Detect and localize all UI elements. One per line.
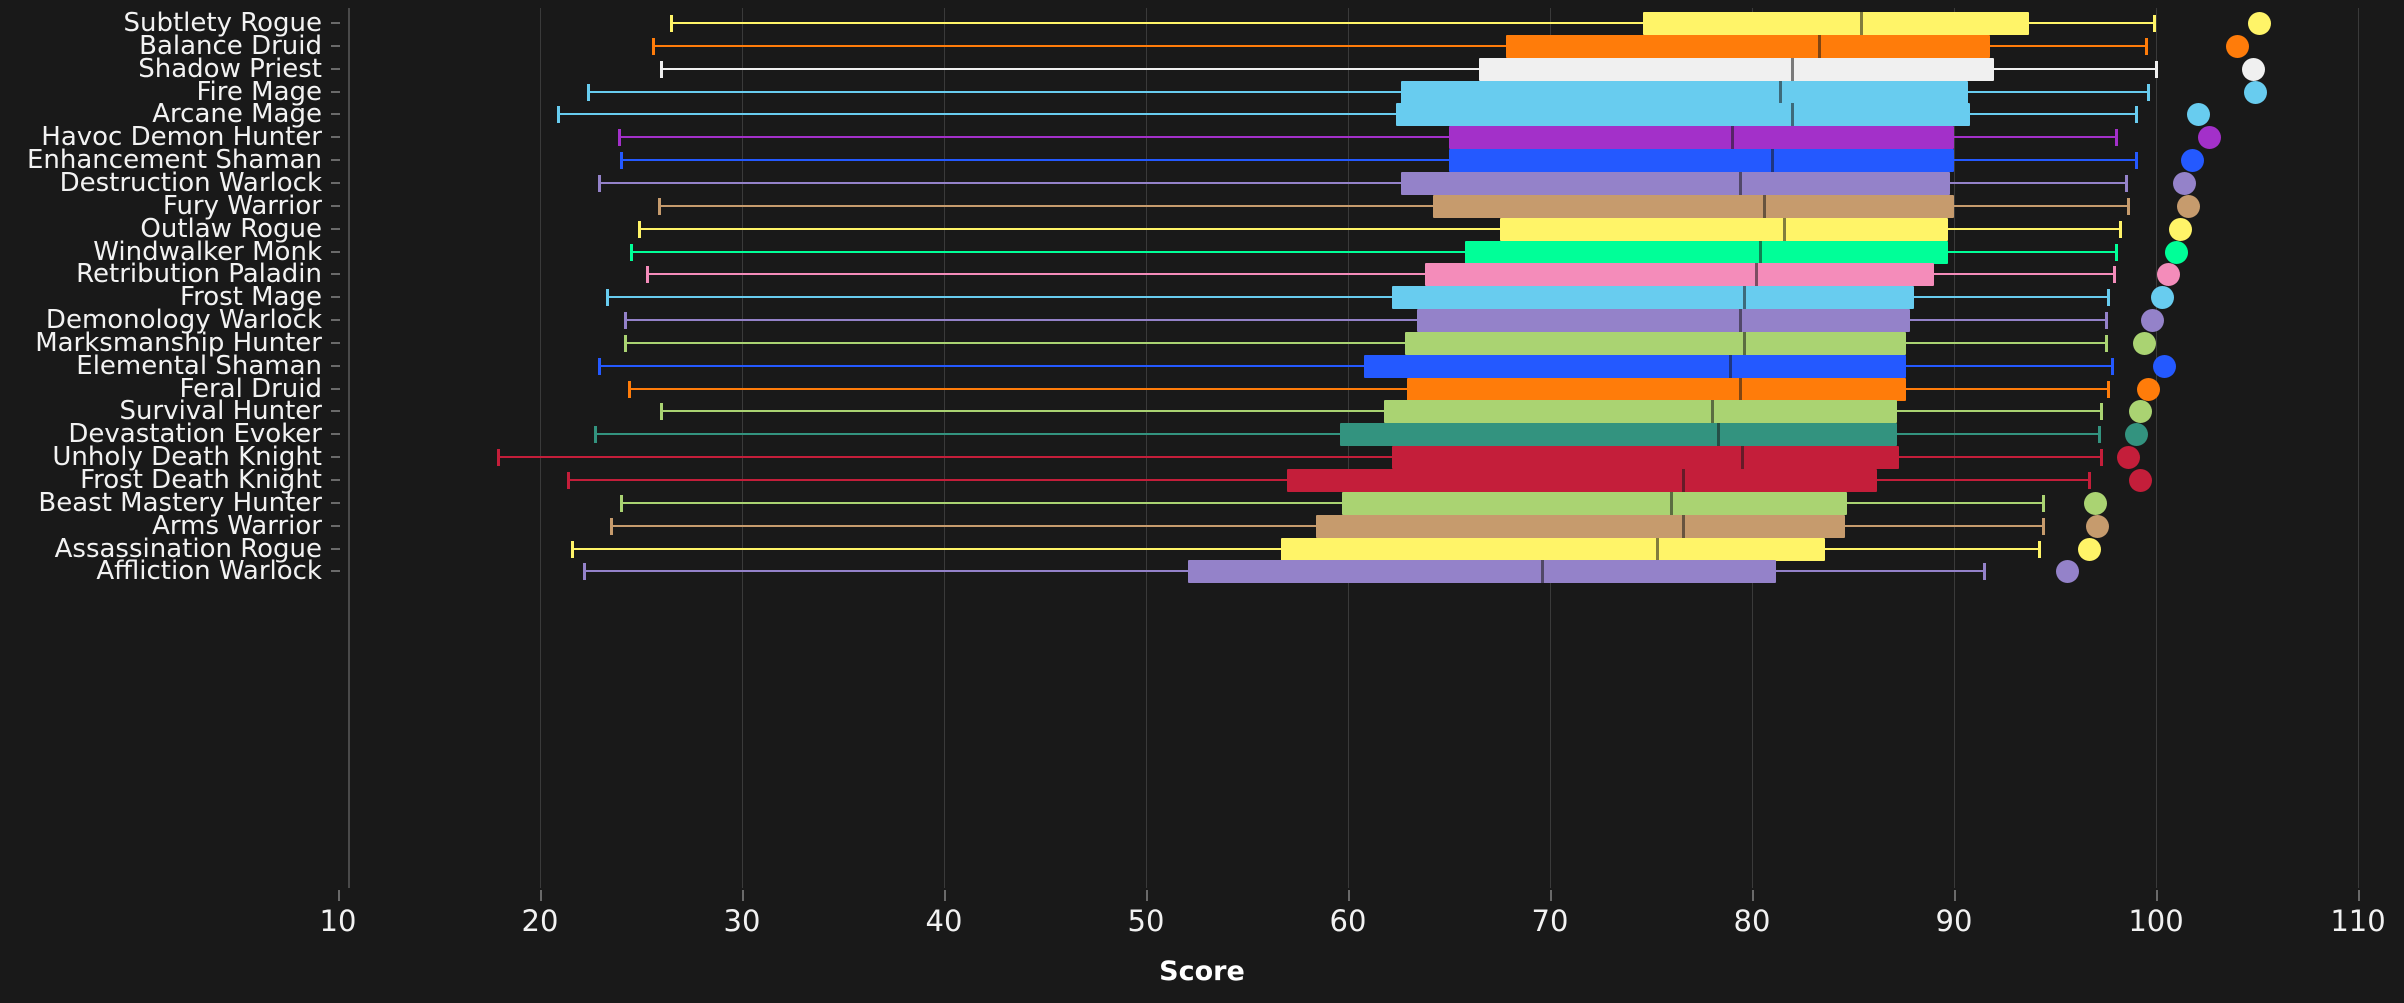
x-axis-tick (2156, 890, 2158, 901)
x-axis-tick (1550, 890, 1552, 901)
x-axis-tick (1348, 890, 1350, 901)
whisker-cap-low (583, 563, 587, 581)
median-line (1540, 560, 1544, 584)
x-axis-tick-label: 80 (1733, 904, 1771, 938)
x-axis-tick (1954, 890, 1956, 901)
x-axis-tick-label: 40 (925, 904, 963, 938)
box-plot-row[interactable] (0, 553, 2404, 590)
x-axis-tick-label: 50 (1127, 904, 1165, 938)
x-axis-tick-label: 100 (2128, 904, 2184, 938)
x-axis-tick (2358, 890, 2360, 901)
x-axis-tick (540, 890, 542, 901)
x-axis-tick-label: 20 (521, 904, 559, 938)
x-axis-tick-label: 90 (1935, 904, 1973, 938)
x-axis-title: Score (1159, 956, 1245, 987)
whisker-cap-high (1983, 563, 1987, 581)
box-iqr[interactable] (1188, 560, 1777, 584)
boxplot-chart: Subtlety Rogue Balance Druid Shadow Priest… (0, 0, 2404, 1003)
x-axis-tick (1752, 890, 1754, 901)
x-axis-tick-label: 70 (1531, 904, 1569, 938)
x-axis-tick (338, 890, 340, 901)
x-axis-tick-label: 30 (723, 904, 761, 938)
x-axis-tick-label: 10 (319, 904, 357, 938)
x-axis-tick-label: 60 (1329, 904, 1367, 938)
outlier-point[interactable] (2056, 560, 2080, 584)
x-axis-tick (944, 890, 946, 901)
x-axis-tick-label: 110 (2330, 904, 2386, 938)
x-axis-tick (742, 890, 744, 901)
x-axis-tick (1146, 890, 1148, 901)
x-axis: Score 10 20 30 40 50 60 70 80 90 100 110 (0, 890, 2404, 1003)
